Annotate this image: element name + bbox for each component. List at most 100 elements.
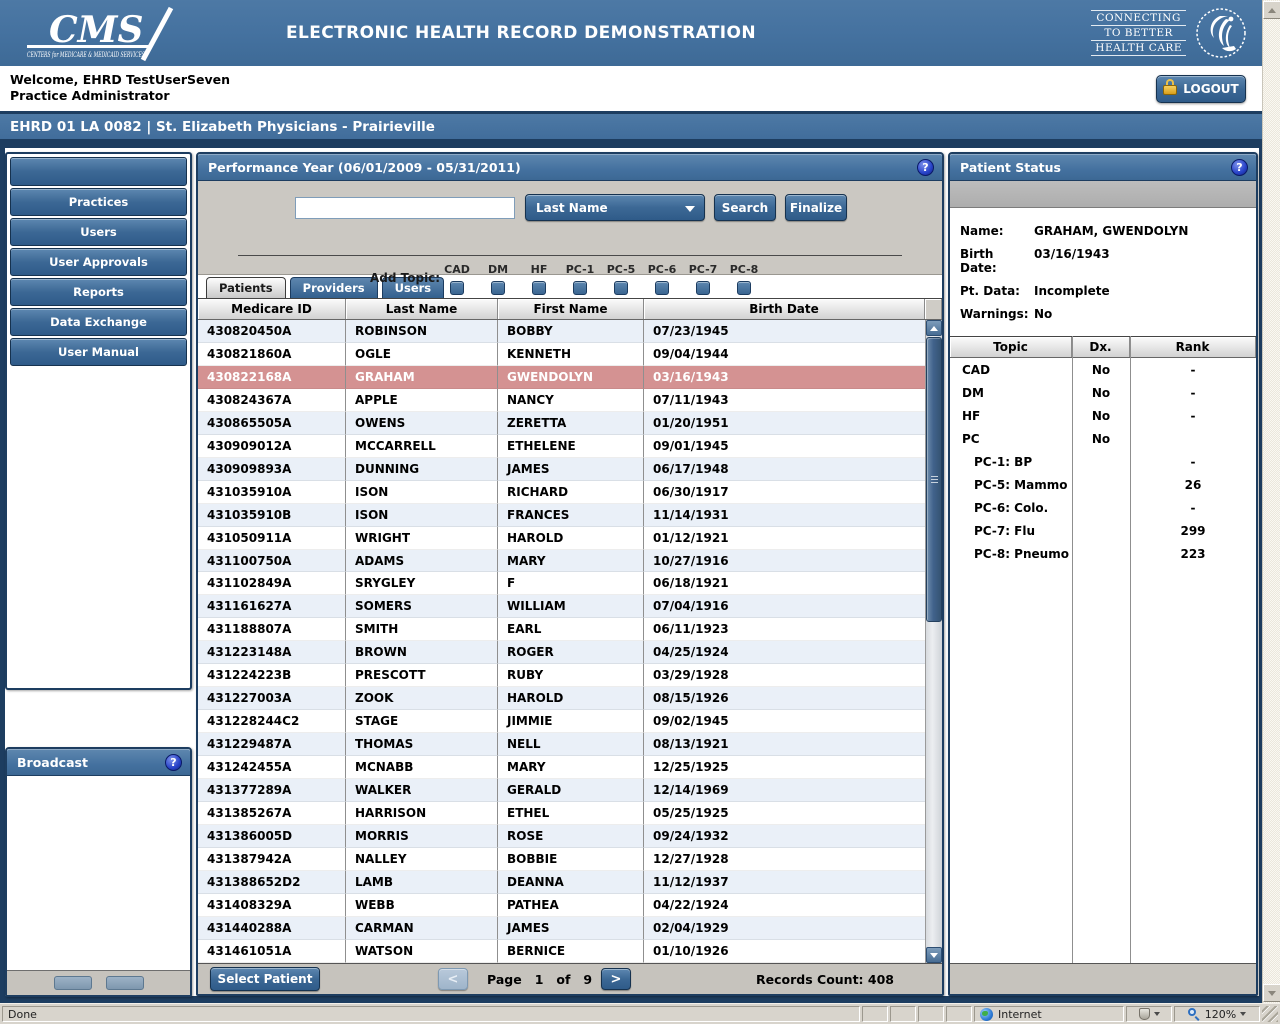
broadcast-title: Broadcast: [17, 755, 88, 770]
sidebar-item-user-manual[interactable]: User Manual: [10, 338, 187, 366]
table-row[interactable]: 431035910BISONFRANCES11/14/1931: [198, 504, 925, 527]
zoom-control[interactable]: 120%: [1174, 1006, 1260, 1022]
sidebar: PracticesUsersUser ApprovalsReportsData …: [5, 152, 192, 690]
table-row[interactable]: 431223148ABROWNROGER04/25/1924: [198, 641, 925, 664]
table-cell: WRIGHT: [346, 527, 498, 550]
table-row[interactable]: 431050911AWRIGHTHAROLD01/12/1921: [198, 527, 925, 550]
patient-status-panel: Patient Status ? Name:GRAHAM, GWENDOLYNB…: [948, 152, 1258, 996]
table-cell: EARL: [498, 618, 644, 641]
tab-providers[interactable]: Providers: [290, 277, 378, 298]
topic-name: PC-5: Mammo: [950, 473, 1072, 496]
topic-checkbox-cad[interactable]: [450, 281, 464, 295]
topic-checkbox-hf[interactable]: [532, 281, 546, 295]
table-row[interactable]: 431242455AMCNABBMARY12/25/1925: [198, 756, 925, 779]
topic-checkbox-pc-7[interactable]: [696, 281, 710, 295]
topic-rank: -: [1130, 404, 1256, 427]
table-row[interactable]: 430824367AAPPLENANCY07/11/1943: [198, 389, 925, 412]
broadcast-button-2[interactable]: [106, 976, 144, 990]
broadcast-help-icon[interactable]: ?: [165, 754, 182, 771]
sidebar-item-practices[interactable]: Practices: [10, 188, 187, 216]
topic-checkbox-pc-6[interactable]: [655, 281, 669, 295]
table-cell: MARY: [498, 756, 644, 779]
sidebar-item-reports[interactable]: Reports: [10, 278, 187, 306]
topic-name: PC-8: Pneumo: [950, 542, 1072, 565]
patient-field-label: Birth Date:: [960, 247, 1034, 275]
topic-row-dm: DMNo-: [950, 381, 1256, 404]
table-row[interactable]: 430909893ADUNNINGJAMES06/17/1948: [198, 458, 925, 481]
sidebar-item-data-exchange[interactable]: Data Exchange: [10, 308, 187, 336]
table-row[interactable]: 431461051AWATSONBERNICE01/10/1926: [198, 940, 925, 963]
finalize-button[interactable]: Finalize: [785, 194, 847, 221]
scroll-down-icon[interactable]: [926, 947, 942, 963]
topic-checkbox-pc-8[interactable]: [737, 281, 751, 295]
topic-checkbox-dm[interactable]: [491, 281, 505, 295]
table-row[interactable]: 431440288ACARMANJAMES02/04/1929: [198, 917, 925, 940]
table-row[interactable]: 431188807ASMITHEARL06/11/1923: [198, 618, 925, 641]
search-input[interactable]: [295, 197, 515, 219]
table-row[interactable]: 431386005DMORRISROSE09/24/1932: [198, 825, 925, 848]
browser-scrollbar[interactable]: [1262, 0, 1280, 1003]
table-cell: 431161627A: [198, 595, 346, 618]
protected-mode-pane[interactable]: [1126, 1006, 1172, 1022]
table-row[interactable]: 431035910AISONRICHARD06/30/1917: [198, 481, 925, 504]
table-footer: Select Patient < Page1of9 > Records Coun…: [198, 963, 942, 994]
sidebar-item-users[interactable]: Users: [10, 218, 187, 246]
topic-checkbox-pc-1[interactable]: [573, 281, 587, 295]
table-scrollbar[interactable]: [925, 320, 942, 963]
patient-field-label: Name:: [960, 224, 1034, 238]
table-cell: JAMES: [498, 458, 644, 481]
table-row[interactable]: 431102849ASRYGLEYF06/18/1921: [198, 572, 925, 595]
table-row[interactable]: 431387942ANALLEYBOBBIE12/27/1928: [198, 848, 925, 871]
tab-patients[interactable]: Patients: [206, 277, 286, 298]
table-cell: 07/11/1943: [644, 389, 925, 412]
table-row[interactable]: 430865505AOWENSZERETTA01/20/1951: [198, 412, 925, 435]
toolbar-divider: [238, 255, 902, 256]
scroll-up-icon[interactable]: [1263, 1, 1280, 19]
table-row[interactable]: 430822168AGRAHAMGWENDOLYN03/16/1943: [198, 366, 925, 389]
table-row[interactable]: 431408329AWEBBPATHEA04/22/1924: [198, 894, 925, 917]
next-page-button[interactable]: >: [601, 968, 631, 990]
topic-name: PC-6: Colo.: [950, 496, 1072, 519]
table-cell: ETHEL: [498, 802, 644, 825]
table-cell: APPLE: [346, 389, 498, 412]
logout-button[interactable]: LOGOUT: [1156, 75, 1246, 103]
sidebar-item-user-approvals[interactable]: User Approvals: [10, 248, 187, 276]
table-cell: 08/13/1921: [644, 733, 925, 756]
scroll-up-icon[interactable]: [926, 320, 942, 336]
table-row[interactable]: 430909012AMCCARRELLETHELENE09/01/1945: [198, 435, 925, 458]
table-row[interactable]: 430820450AROBINSONBOBBY07/23/1945: [198, 320, 925, 343]
table-row[interactable]: 431385267AHARRISONETHEL05/25/1925: [198, 802, 925, 825]
table-row[interactable]: 431100750AADAMSMARY10/27/1916: [198, 550, 925, 573]
table-row[interactable]: 431228244C2STAGEJIMMIE09/02/1945: [198, 710, 925, 733]
broadcast-button-1[interactable]: [54, 976, 92, 990]
topic-checkbox-pc-5[interactable]: [614, 281, 628, 295]
table-row[interactable]: 431224223BPRESCOTTRUBY03/29/1928: [198, 664, 925, 687]
logout-label: LOGOUT: [1183, 82, 1238, 96]
scrollbar-thumb[interactable]: [926, 337, 942, 622]
globe-icon: [980, 1008, 993, 1021]
scroll-down-icon[interactable]: [1263, 984, 1280, 1002]
table-cell: 12/27/1928: [644, 848, 925, 871]
table-row[interactable]: 431227003AZOOKHAROLD08/15/1926: [198, 687, 925, 710]
table-cell: 431387942A: [198, 848, 346, 871]
table-cell: ROSE: [498, 825, 644, 848]
resize-grip[interactable]: [1262, 1006, 1278, 1022]
table-cell: 431035910B: [198, 504, 346, 527]
performance-year-help-icon[interactable]: ?: [917, 159, 934, 176]
patient-status-help-icon[interactable]: ?: [1231, 159, 1248, 176]
table-row[interactable]: 431161627ASOMERSWILLIAM07/04/1916: [198, 595, 925, 618]
table-cell: 431440288A: [198, 917, 346, 940]
search-button[interactable]: Search: [714, 194, 776, 221]
topic-col-pc-1: PC-1: [565, 263, 595, 295]
table-row[interactable]: 431229487ATHOMASNELL08/13/1921: [198, 733, 925, 756]
table-cell: NANCY: [498, 389, 644, 412]
patient-field-value: 03/16/1943: [1034, 247, 1110, 275]
chevron-down-icon: [1154, 1012, 1160, 1016]
select-patient-button[interactable]: Select Patient: [210, 967, 320, 991]
table-cell: GRAHAM: [346, 366, 498, 389]
table-row[interactable]: 431388652D2LAMBDEANNA11/12/1937: [198, 871, 925, 894]
table-row[interactable]: 430821860AOGLEKENNETH09/04/1944: [198, 343, 925, 366]
search-filter-dropdown[interactable]: Last Name: [525, 194, 705, 221]
table-row[interactable]: 431377289AWALKERGERALD12/14/1969: [198, 779, 925, 802]
patient-status-strip: [950, 181, 1256, 208]
